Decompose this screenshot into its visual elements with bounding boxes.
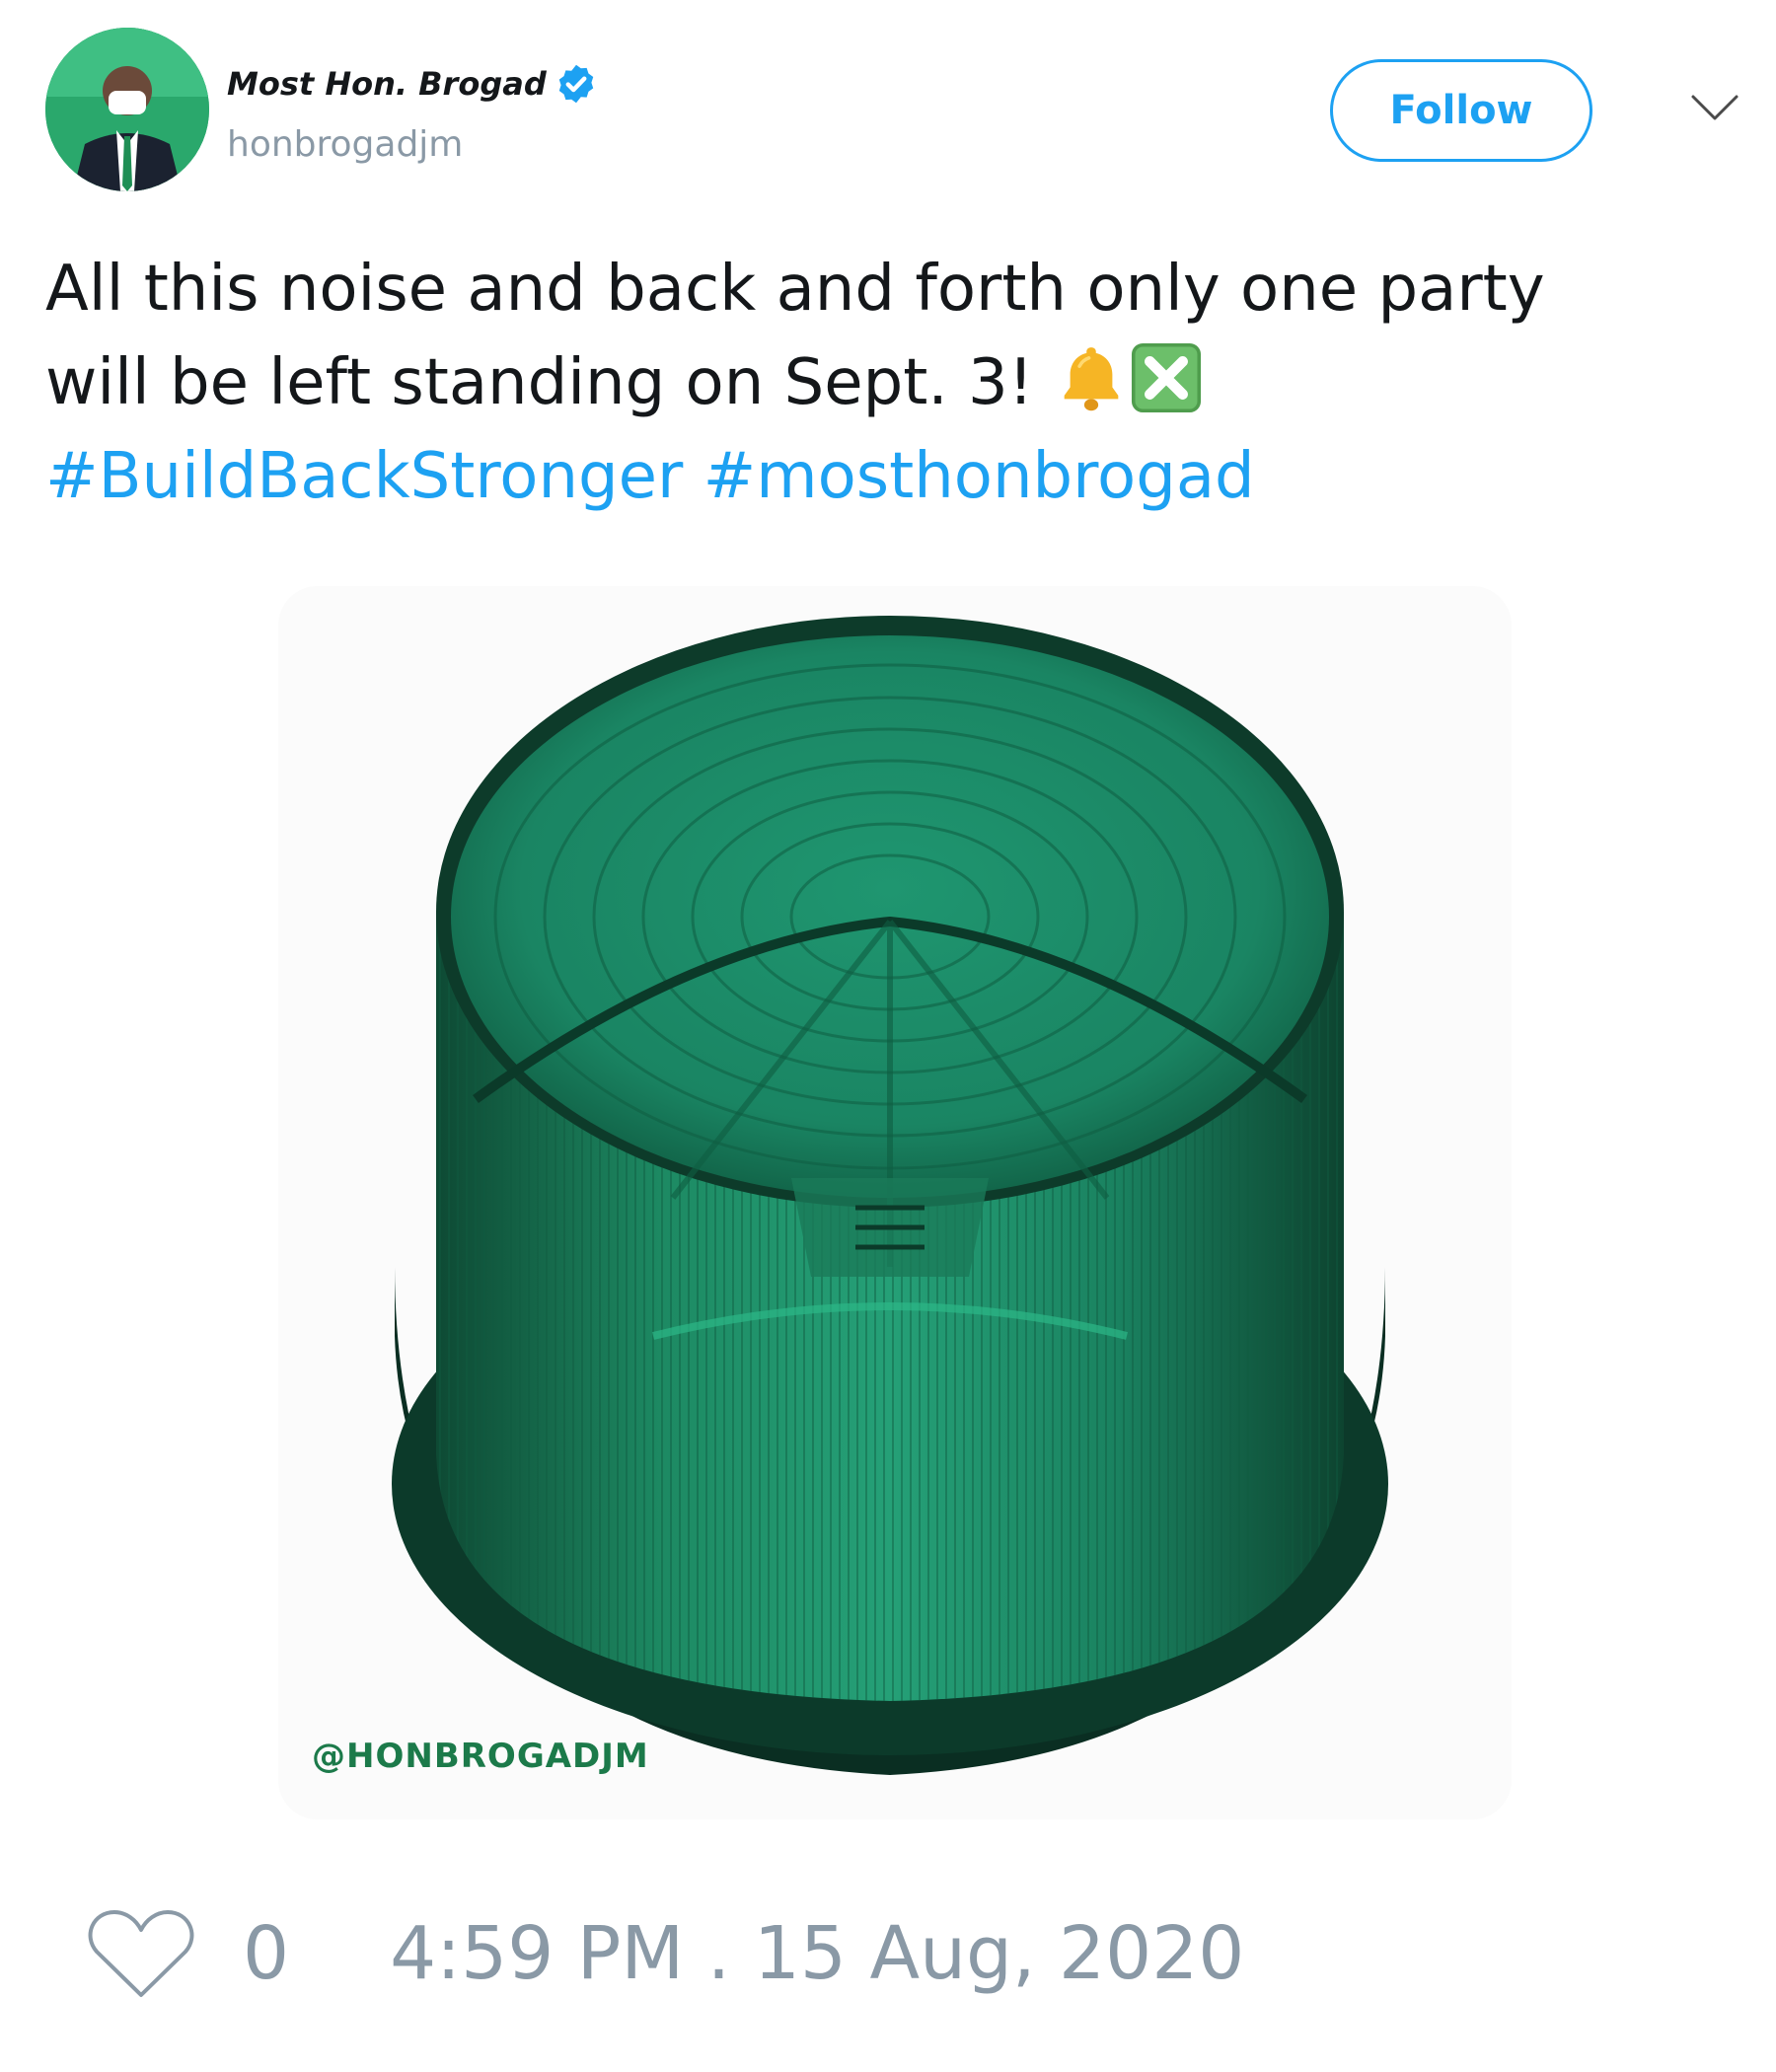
avatar[interactable] bbox=[45, 28, 209, 191]
tweet-text-line-2: will be left standing on Sept. 3! bbox=[45, 336, 1733, 430]
like-count: 0 bbox=[243, 1911, 290, 1996]
tweet-text-line-1: All this noise and back and forth only o… bbox=[45, 253, 1545, 326]
verified-badge-icon bbox=[558, 64, 593, 104]
chevron-down-icon bbox=[1691, 95, 1739, 120]
hashtag-link-2[interactable]: #mosthonbrogad bbox=[703, 440, 1255, 513]
tweet-hashtags-line: #BuildBackStronger #mosthonbrogad bbox=[45, 430, 1733, 524]
bell-emoji-icon bbox=[1054, 340, 1129, 415]
handle[interactable]: honbrogadjm bbox=[227, 124, 598, 165]
cross-mark-button-emoji-icon bbox=[1129, 340, 1204, 415]
heart-icon bbox=[88, 1910, 194, 1997]
display-name-row: Most Hon. Brogad bbox=[227, 59, 598, 109]
avatar-image bbox=[45, 28, 209, 191]
tweet-media-image[interactable]: @HONBROGADJM bbox=[278, 586, 1512, 1819]
media-watermark: @HONBROGADJM bbox=[312, 1737, 649, 1776]
follow-button[interactable]: Follow bbox=[1330, 59, 1592, 162]
tweet-footer: 0 4:59 PM . 15 Aug, 2020 bbox=[87, 1904, 1244, 2003]
timestamp[interactable]: 4:59 PM . 15 Aug, 2020 bbox=[390, 1911, 1244, 1996]
display-name[interactable]: Most Hon. Brogad bbox=[227, 65, 547, 103]
tweet-text: All this noise and back and forth only o… bbox=[45, 243, 1733, 524]
more-options-button[interactable] bbox=[1689, 87, 1740, 126]
hashtag-link-1[interactable]: #BuildBackStronger bbox=[45, 440, 683, 513]
like-button[interactable] bbox=[87, 1906, 195, 2001]
green-strobe-light-cover-image bbox=[278, 586, 1512, 1819]
user-block: Most Hon. Brogad honbrogadjm bbox=[227, 59, 598, 165]
tweet-text-line-2-text: will be left standing on Sept. 3! bbox=[45, 346, 1054, 419]
